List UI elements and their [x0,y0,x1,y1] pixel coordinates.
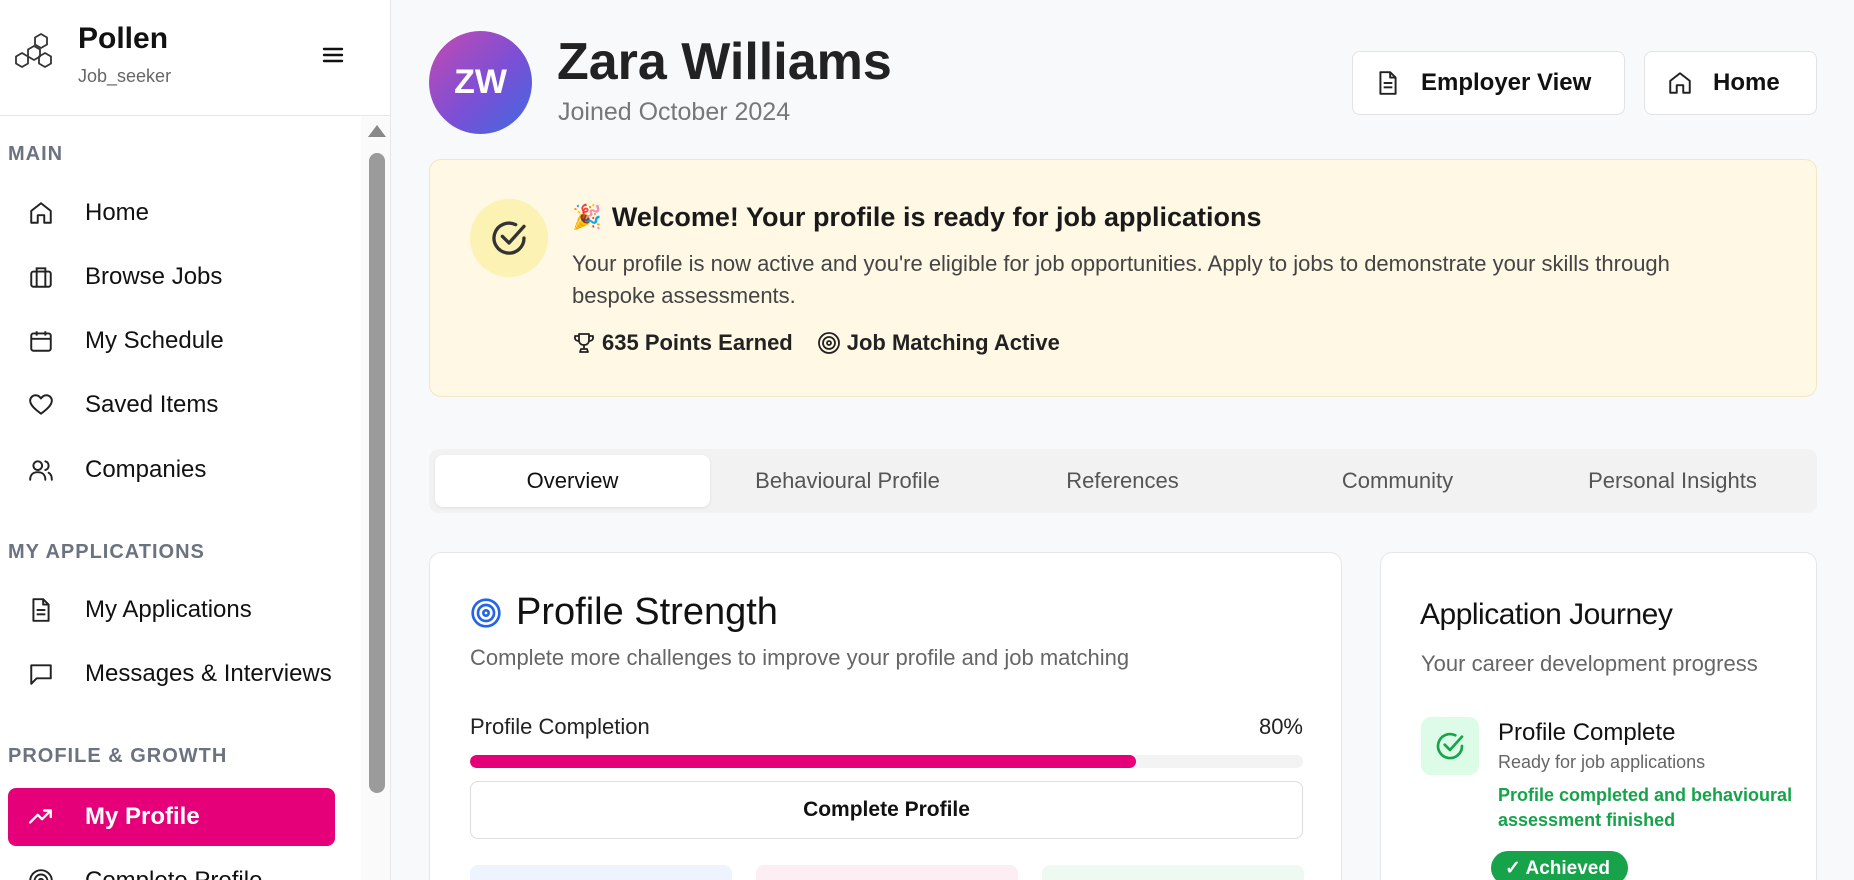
sidebar-item-companies[interactable]: Companies [8,441,335,499]
stat-tile-pink [756,865,1018,880]
matching-text: Job Matching Active [846,330,1060,355]
journey-step-subtitle: Ready for job applications [1498,752,1706,772]
document-icon [1379,71,1397,95]
tab-personal-insights[interactable]: Personal Insights [1535,455,1810,507]
sidebar-item-label: Saved Items [85,391,219,418]
sidebar-item-browse-jobs[interactable]: Browse Jobs [8,248,335,306]
sidebar: Pollen Job_seeker MAIN Home Browse Jobs … [0,0,391,880]
profile-strength-card: Profile Strength Complete more challenge… [429,552,1342,880]
application-journey-card: Application Journey Your career developm… [1380,552,1817,880]
section-title-main: MAIN [8,143,64,165]
document-icon [32,598,50,622]
sidebar-item-messages-interviews[interactable]: Messages & Interviews [8,645,335,703]
sidebar-item-label: Browse Jobs [85,263,223,290]
welcome-title: 🎉 Welcome! Your profile is ready for job… [572,202,1262,233]
points-text: 635 Points Earned [602,330,793,355]
heart-icon [29,394,53,415]
scroll-up-arrow-icon[interactable] [368,125,386,137]
profile-strength-title: Profile Strength [470,591,778,634]
profile-strength-subtitle: Complete more challenges to improve your… [470,645,1130,670]
sidebar-item-home[interactable]: Home [8,184,335,242]
welcome-text: Your profile is now active and you're el… [572,251,1670,308]
sidebar-item-label: My Profile [85,803,200,830]
trophy-icon [574,333,594,353]
complete-profile-button[interactable]: Complete Profile [470,781,1303,839]
stat-tile-blue [470,865,732,880]
sidebar-scrollbar[interactable] [361,117,390,880]
tab-behavioural-profile[interactable]: Behavioural Profile [710,455,985,507]
sidebar-item-label: My Schedule [85,327,224,354]
employer-view-button[interactable]: Employer View [1352,51,1625,115]
sidebar-item-label: Messages & Interviews [85,660,332,687]
menu-icon[interactable] [318,40,348,70]
tab-community[interactable]: Community [1260,455,1535,507]
calendar-icon [30,331,52,352]
brand-header: Pollen Job_seeker [0,0,390,116]
section-title-my-applications: MY APPLICATIONS [8,541,205,563]
scrollbar-thumb[interactable] [369,153,385,793]
home-icon [30,202,52,224]
briefcase-icon [30,267,52,288]
user-role: Job_seeker [78,66,172,86]
users-icon [29,460,53,481]
profile-strength-title-text: Profile Strength [516,591,778,633]
matching-stat: Job Matching Active [817,330,1060,356]
sidebar-item-complete-profile[interactable]: Complete Profile [8,852,335,880]
target-icon [817,332,840,354]
profile-tabs: Overview Behavioural Profile References … [429,449,1817,513]
achieved-badge: ✓ Achieved [1491,851,1628,880]
home-button[interactable]: Home [1644,51,1817,115]
sidebar-item-label: Complete Profile [85,867,262,880]
stat-tile-green [1042,865,1304,880]
sidebar-item-my-schedule[interactable]: My Schedule [8,312,335,370]
party-popper-icon: 🎉 [572,204,602,231]
completion-label: Profile Completion [470,714,650,739]
tab-overview[interactable]: Overview [435,455,710,507]
completion-value: 80% [1258,714,1303,739]
avatar: ZW [429,31,532,134]
message-icon [30,664,52,685]
journey-step-title: Profile Complete [1498,719,1676,746]
hexagon-logo-icon [15,33,52,68]
check-circle-icon [470,199,548,277]
sidebar-item-label: My Applications [85,596,252,623]
points-stat: 635 Points Earned [572,330,793,356]
home-icon [1669,72,1691,94]
sidebar-item-saved-items[interactable]: Saved Items [8,376,335,434]
welcome-title-text: Welcome! Your profile is ready for job a… [611,202,1262,232]
sidebar-item-my-profile[interactable]: My Profile [8,788,335,846]
trending-up-icon [28,809,52,824]
completion-progress-bar [470,755,1303,768]
target-icon [29,869,53,880]
joined-date: Joined October 2024 [558,98,791,126]
journey-subtitle: Your career development progress [1421,651,1758,676]
page-title: Zara Williams [557,33,892,91]
home-label: Home [1713,69,1780,96]
banner-stats: 635 Points Earned Job Matching Active [572,330,1084,356]
journey-title: Application Journey [1420,598,1673,631]
tab-references[interactable]: References [985,455,1260,507]
brand-name: Pollen [78,22,169,55]
employer-view-label: Employer View [1421,69,1592,96]
sidebar-item-my-applications[interactable]: My Applications [8,581,335,639]
sidebar-item-label: Home [85,199,150,226]
check-circle-icon [1421,717,1479,775]
section-title-profile-growth: PROFILE & GROWTH [8,745,228,767]
welcome-banner: 🎉 Welcome! Your profile is ready for job… [429,159,1817,397]
target-icon [471,597,501,628]
completion-progress-fill [470,755,1137,768]
journey-step-note: Profile completed and behavioural assess… [1498,785,1793,830]
sidebar-nav: MAIN Home Browse Jobs My Schedule Saved … [0,117,362,880]
sidebar-item-label: Companies [85,456,207,483]
